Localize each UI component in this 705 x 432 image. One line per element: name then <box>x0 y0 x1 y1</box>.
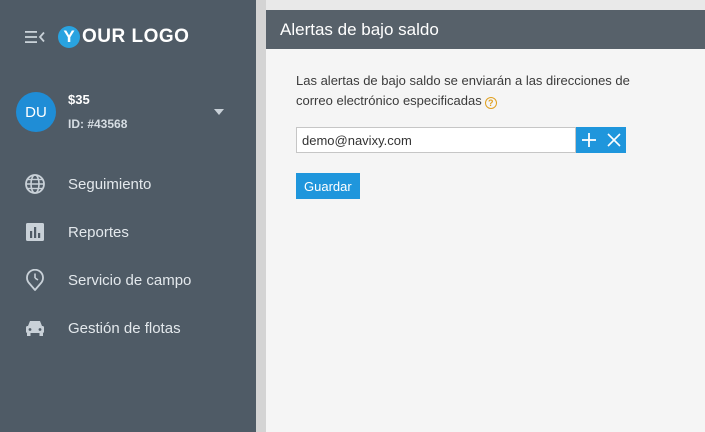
sidebar-divider <box>256 0 266 432</box>
sidebar-nav: Seguimiento Reportes Servicio de campo G… <box>0 160 256 352</box>
avatar: DU <box>16 92 56 132</box>
description-label: Las alertas de bajo saldo se enviarán a … <box>296 73 630 108</box>
logo-row: Y OUR LOGO <box>24 22 189 52</box>
sidebar-item-label: Seguimiento <box>68 175 152 193</box>
menu-collapse-icon[interactable] <box>24 28 46 46</box>
remove-email-button[interactable] <box>601 127 626 153</box>
plus-icon <box>581 133 596 147</box>
close-icon <box>606 133 621 147</box>
description-text: Las alertas de bajo saldo se enviarán a … <box>296 71 656 111</box>
low-balance-alerts-panel: Alertas de bajo saldo Las alertas de baj… <box>266 10 705 432</box>
sidebar-item-gestion-de-flotas[interactable]: Gestión de flotas <box>0 304 256 352</box>
help-icon[interactable]: ? <box>484 97 497 109</box>
panel-title: Alertas de bajo saldo <box>280 19 439 39</box>
sidebar-item-reportes[interactable]: Reportes <box>0 208 256 256</box>
account-id: ID: #43568 <box>68 117 128 131</box>
sidebar: Y OUR LOGO DU $35 ID: #43568 Seguimiento <box>0 0 256 432</box>
globe-icon <box>24 173 46 195</box>
logo-mark: Y <box>58 26 80 48</box>
user-account-switcher[interactable]: DU $35 ID: #43568 <box>16 92 232 132</box>
chevron-down-icon[interactable] <box>214 109 224 115</box>
sidebar-item-seguimiento[interactable]: Seguimiento <box>0 160 256 208</box>
email-row <box>296 127 705 153</box>
panel-body: Las alertas de bajo saldo se enviarán a … <box>266 49 705 199</box>
bar-chart-icon <box>24 221 46 243</box>
account-balance: $35 <box>68 92 90 107</box>
panel-header: Alertas de bajo saldo <box>266 10 705 49</box>
user-info: $35 ID: #43568 <box>68 92 214 132</box>
sidebar-item-label: Reportes <box>68 223 129 241</box>
car-icon <box>24 317 46 339</box>
sidebar-item-label: Gestión de flotas <box>68 319 181 337</box>
email-input[interactable] <box>296 127 576 153</box>
sidebar-item-servicio-de-campo[interactable]: Servicio de campo <box>0 256 256 304</box>
clock-pin-icon <box>24 269 46 291</box>
add-email-button[interactable] <box>576 127 601 153</box>
logo-text: OUR LOGO <box>82 26 190 47</box>
sidebar-item-label: Servicio de campo <box>68 271 192 289</box>
save-button[interactable]: Guardar <box>296 173 360 199</box>
